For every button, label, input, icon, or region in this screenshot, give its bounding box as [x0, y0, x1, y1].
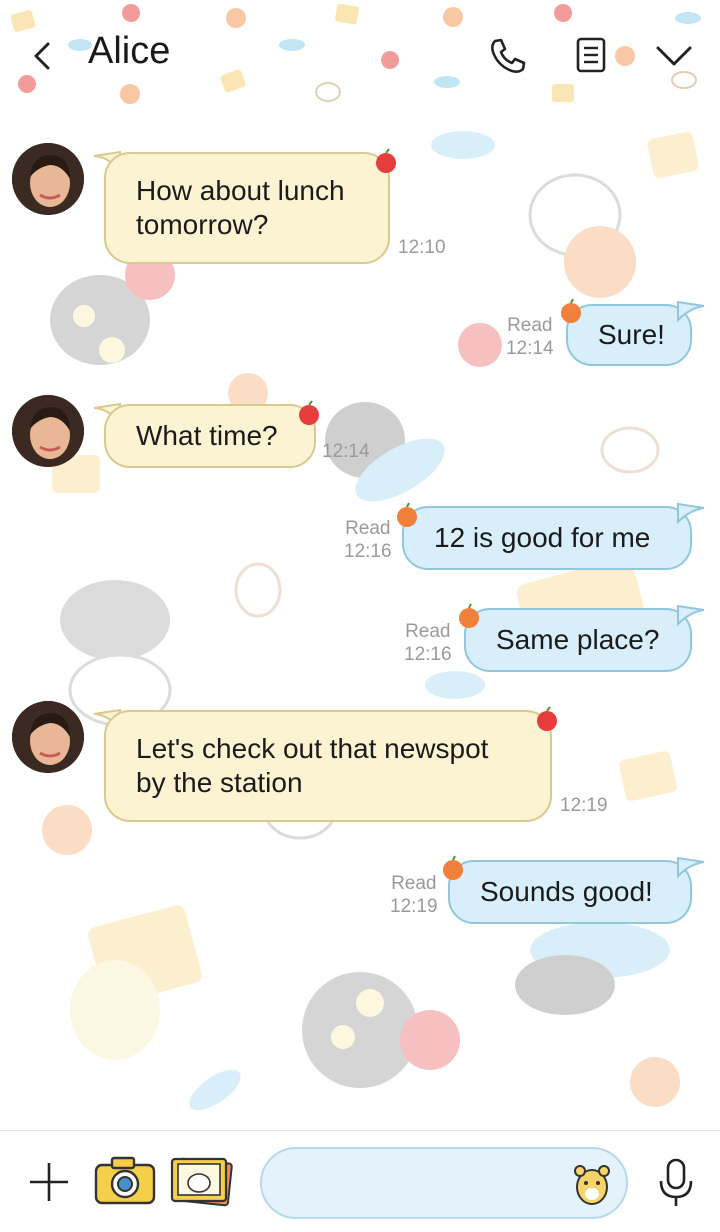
- back-button[interactable]: [26, 36, 60, 76]
- message-bubble[interactable]: 12 is good for me: [402, 506, 692, 570]
- avatar-photo: [12, 701, 84, 773]
- notes-button[interactable]: [570, 34, 614, 78]
- sticker-button[interactable]: [572, 1159, 612, 1207]
- apple-icon: [537, 706, 557, 731]
- orange-icon: [561, 298, 581, 323]
- message-text: Same place?: [496, 624, 660, 655]
- message-text: 12 is good for me: [434, 522, 651, 553]
- avatar[interactable]: [12, 143, 84, 215]
- timestamp: 12:19: [390, 896, 438, 917]
- chat-title[interactable]: Alice: [88, 30, 170, 73]
- hamster-sticker-icon: [574, 1165, 610, 1205]
- message-bubble[interactable]: Sounds good!: [448, 860, 692, 924]
- apple-icon: [376, 148, 396, 173]
- timestamp: 12:16: [344, 541, 392, 562]
- message-text: Let's check out that newspot: [136, 733, 489, 764]
- bubble-tail: [677, 856, 705, 879]
- chat-header: Alice: [0, 0, 720, 110]
- menu-button[interactable]: [652, 34, 696, 78]
- camera-icon: [94, 1156, 156, 1205]
- read-receipt: Read 12:14: [506, 314, 554, 360]
- timestamp: 12:14: [506, 338, 554, 359]
- apple-icon: [299, 400, 319, 425]
- avatar-photo: [12, 395, 84, 467]
- read-label: Read: [391, 873, 437, 894]
- read-label: Read: [345, 518, 391, 539]
- chevron-left-icon: [34, 42, 50, 70]
- message-text: by the station: [136, 767, 303, 798]
- message-bubble[interactable]: What time?: [104, 404, 316, 468]
- read-receipt: Read 12:16: [404, 620, 452, 666]
- bubble-tail: [677, 604, 705, 627]
- voice-button[interactable]: [656, 1157, 696, 1209]
- message-bubble[interactable]: How about lunch tomorrow?: [104, 152, 390, 264]
- bubble-tail: [677, 502, 705, 525]
- orange-icon: [397, 502, 417, 527]
- orange-icon: [459, 603, 479, 628]
- message-bubble[interactable]: Same place?: [464, 608, 692, 672]
- bubble-tail: [677, 300, 705, 323]
- read-receipt: Read 12:19: [390, 872, 438, 918]
- read-label: Read: [507, 315, 553, 336]
- avatar[interactable]: [12, 701, 84, 773]
- input-bar: [0, 1130, 720, 1232]
- message-bubble[interactable]: Sure!: [566, 304, 692, 366]
- orange-icon: [443, 855, 463, 880]
- add-button[interactable]: [26, 1159, 72, 1205]
- timestamp: 12:14: [322, 441, 370, 462]
- timestamp: 12:19: [560, 795, 608, 816]
- message-text: How about lunch: [136, 175, 345, 206]
- timestamp: 12:16: [404, 644, 452, 665]
- call-button[interactable]: [486, 34, 530, 78]
- plus-icon: [30, 1163, 68, 1201]
- message-bubble[interactable]: Let's check out that newspot by the stat…: [104, 710, 552, 822]
- message-text: tomorrow?: [136, 209, 269, 240]
- gallery-button[interactable]: [168, 1153, 234, 1211]
- read-receipt: Read 12:16: [344, 517, 392, 563]
- photo-gallery-icon: [170, 1157, 233, 1207]
- chevron-down-icon: [656, 46, 692, 66]
- camera-button[interactable]: [92, 1153, 158, 1209]
- message-text: Sure!: [598, 319, 665, 350]
- avatar[interactable]: [12, 395, 84, 467]
- microphone-icon: [659, 1158, 693, 1206]
- avatar-photo: [12, 143, 84, 215]
- notes-icon: [576, 37, 606, 73]
- timestamp: 12:10: [398, 237, 446, 258]
- read-label: Read: [405, 621, 451, 642]
- message-text: Sounds good!: [480, 876, 653, 907]
- phone-icon: [491, 38, 526, 73]
- message-text: What time?: [136, 420, 278, 451]
